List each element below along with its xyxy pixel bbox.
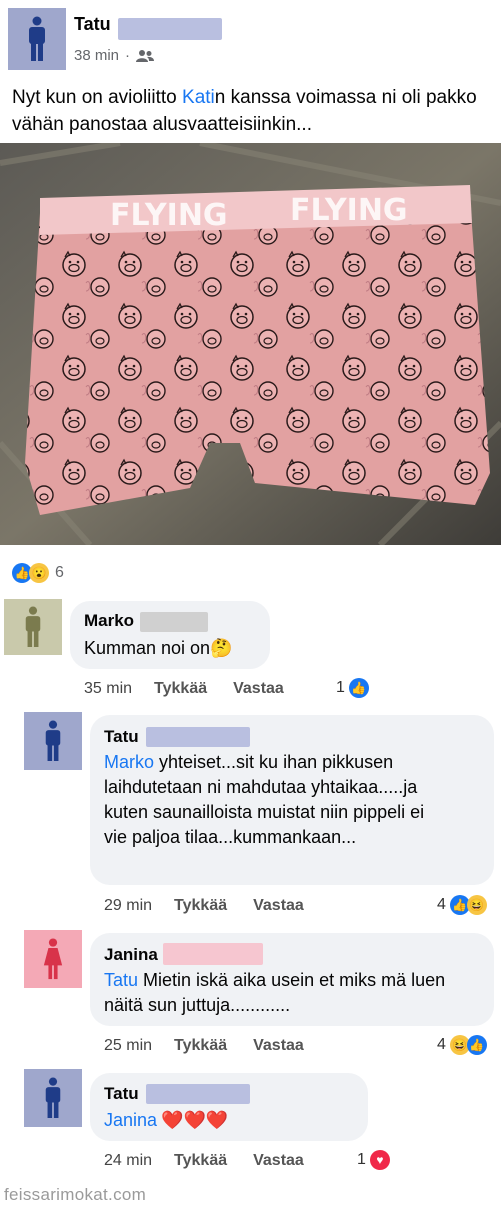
friends-icon — [136, 49, 155, 62]
comment-actions: 24 min Tykkää Vastaa — [104, 1152, 304, 1170]
comment-mention[interactable]: Marko — [104, 752, 154, 772]
person-icon — [45, 1077, 61, 1118]
redacted-surname — [118, 18, 222, 40]
post-text-part1: Nyt kun on avioliitto — [12, 87, 183, 108]
comment-author[interactable]: Tatu — [104, 1084, 139, 1104]
watermark: feissarimokat.com — [4, 1185, 147, 1204]
comment-time[interactable]: 24 min — [104, 1152, 152, 1170]
post-reactions-count: 6 — [55, 564, 64, 581]
post-photo[interactable]: FLYING FLYING — [0, 143, 501, 545]
comment-time[interactable]: 29 min — [104, 897, 152, 915]
comment-reaction-count: 1 — [336, 679, 345, 696]
redacted-surname — [163, 943, 263, 965]
person-icon — [25, 606, 41, 647]
comment-text: Marko yhteiset...sit ku ihan pikkusen la… — [104, 750, 434, 850]
post-author-name[interactable]: Tatu — [74, 14, 111, 35]
redacted-surname — [140, 612, 208, 632]
waistband-text-2: FLYING — [290, 193, 408, 228]
comment-text: Tatu Mietin iskä aika usein et miks mä l… — [104, 968, 474, 1018]
comment-mention[interactable]: Janina — [104, 1110, 157, 1130]
post-reactions[interactable]: 👍 😮 6 — [12, 563, 64, 583]
hearts-emoji: ❤️❤️❤️ — [161, 1110, 229, 1130]
person-icon — [45, 720, 61, 761]
redacted-surname — [146, 1084, 250, 1104]
like-button[interactable]: Tykkää — [154, 680, 207, 698]
reply-button[interactable]: Vastaa — [253, 1037, 304, 1055]
like-icon: 👍 — [348, 678, 369, 698]
comment-actions: 29 min Tykkää Vastaa — [104, 897, 304, 915]
underwear-photo: FLYING FLYING — [0, 143, 501, 545]
like-button[interactable]: Tykkää — [174, 1152, 227, 1170]
post-text: Nyt kun on avioliitto Katin kanssa voima… — [12, 84, 492, 138]
comment-time[interactable]: 25 min — [104, 1037, 152, 1055]
like-button[interactable]: Tykkää — [174, 1037, 227, 1055]
haha-icon: 😆 — [466, 895, 487, 915]
reply-button[interactable]: Vastaa — [233, 680, 284, 698]
comment-text-body: Kumman noi on — [84, 638, 211, 658]
person-icon — [29, 16, 45, 61]
comment-avatar-tatu[interactable] — [24, 712, 82, 770]
comment-reactions[interactable]: 1 👍 — [336, 678, 369, 698]
waistband-text: FLYING — [110, 198, 228, 233]
redacted-surname — [146, 727, 250, 747]
post-time[interactable]: 38 min — [74, 47, 119, 64]
comment-text-body: Mietin iskä aika usein et miks mä luen n… — [104, 970, 446, 1015]
comment-text: Kumman noi on🤔 — [84, 636, 233, 661]
comment-reactions[interactable]: 1 ♥ — [357, 1150, 390, 1170]
post-mention-kati[interactable]: Kati — [182, 87, 215, 108]
comment-author[interactable]: Marko — [84, 611, 134, 631]
comment-mention[interactable]: Tatu — [104, 970, 138, 990]
comment-avatar-marko[interactable] — [4, 599, 62, 655]
wow-icon: 😮 — [29, 563, 49, 583]
comment-reaction-count: 4 — [437, 896, 446, 913]
comment-reactions[interactable]: 4 👍 😆 — [437, 895, 487, 915]
comment-reaction-count: 1 — [357, 1151, 366, 1168]
comment-reaction-count: 4 — [437, 1036, 446, 1053]
comment-avatar-janina[interactable] — [24, 930, 82, 988]
like-button[interactable]: Tykkää — [174, 897, 227, 915]
reply-button[interactable]: Vastaa — [253, 897, 304, 915]
comment-text: Janina ❤️❤️❤️ — [104, 1108, 228, 1133]
post-meta: 38 min · — [74, 47, 155, 64]
comment-author[interactable]: Janina — [104, 945, 158, 965]
reply-button[interactable]: Vastaa — [253, 1152, 304, 1170]
meta-separator: · — [125, 47, 131, 64]
comment-actions: 25 min Tykkää Vastaa — [104, 1037, 304, 1055]
love-icon: ♥ — [369, 1150, 390, 1170]
person-female-icon — [43, 938, 63, 980]
comment-actions: 35 min Tykkää Vastaa — [84, 680, 284, 698]
comment-avatar-tatu[interactable] — [24, 1069, 82, 1127]
like-icon: 👍 — [466, 1035, 487, 1055]
post-author-avatar[interactable] — [8, 8, 66, 70]
thinking-emoji: 🤔 — [210, 638, 233, 658]
comment-author[interactable]: Tatu — [104, 727, 139, 747]
comment-time[interactable]: 35 min — [84, 680, 132, 698]
comment-reactions[interactable]: 4 😆 👍 — [437, 1035, 487, 1055]
